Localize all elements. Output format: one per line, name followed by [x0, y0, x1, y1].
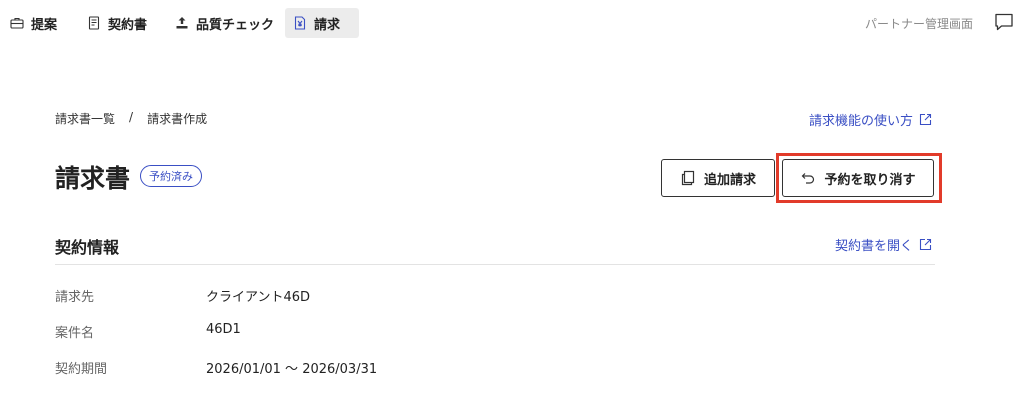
invoice-help-link[interactable]: 請求機能の使い方 [809, 110, 932, 129]
info-row-contract-period: 契約期間 2026/01/01 〜 2026/03/31 [55, 358, 377, 378]
breadcrumb-separator: / [129, 110, 134, 124]
breadcrumb-item-invoice-list[interactable]: 請求書一覧 [55, 110, 115, 127]
cancel-reservation-button[interactable]: 予約を取り消す [782, 159, 934, 197]
document-icon [88, 16, 100, 30]
partner-admin-link[interactable]: パートナー管理画面 [865, 15, 973, 32]
nav-item-invoice[interactable]: 請求 [285, 8, 359, 38]
nav-item-proposal[interactable]: 提案 [2, 8, 65, 38]
nav-item-label: 契約書 [108, 17, 148, 33]
chat-bubble-icon[interactable] [994, 12, 1014, 32]
cancel-reservation-label: 予約を取り消す [824, 172, 916, 188]
copy-icon [681, 170, 695, 186]
add-invoice-button[interactable]: 追加請求 [661, 159, 775, 197]
add-invoice-label: 追加請求 [703, 172, 756, 188]
breadcrumb: 請求書一覧 / 請求書作成 [55, 110, 207, 127]
info-value: 2026/01/01 〜 2026/03/31 [206, 362, 378, 377]
info-value: クライアント46D [206, 290, 311, 305]
nav-item-label: 提案 [31, 17, 58, 33]
nav-item-label: 品質チェック [196, 17, 275, 33]
open-contract-link[interactable]: 契約書を開く [835, 235, 932, 254]
info-value: 46D1 [206, 322, 241, 337]
external-link-icon [919, 113, 932, 126]
top-nav: 提案 契約書 品質チェック 請求 パートナー管理画面 [0, 0, 1024, 46]
undo-icon [802, 173, 815, 184]
info-row-billing-to: 請求先 クライアント46D [55, 286, 310, 306]
open-contract-label: 契約書を開く [834, 239, 913, 254]
invoice-icon [294, 16, 306, 30]
info-label: 案件名 [55, 326, 95, 341]
info-label: 契約期間 [55, 362, 108, 377]
external-link-icon [919, 238, 932, 251]
breadcrumb-item-invoice-create: 請求書作成 [147, 112, 208, 126]
status-badge: 予約済み [140, 165, 202, 187]
nav-item-label: 請求 [314, 17, 341, 33]
section-divider [55, 264, 935, 265]
nav-item-contract[interactable]: 契約書 [79, 8, 155, 38]
briefcase-icon [10, 17, 24, 29]
page-title: 請求書 [55, 164, 131, 193]
nav-item-quality-check[interactable]: 品質チェック [167, 8, 282, 38]
contract-section-title: 契約情報 [55, 238, 120, 257]
help-link-label: 請求機能の使い方 [808, 114, 913, 129]
info-row-project-name: 案件名 46D1 [55, 322, 241, 342]
upload-icon [176, 17, 188, 29]
info-label: 請求先 [55, 290, 95, 305]
